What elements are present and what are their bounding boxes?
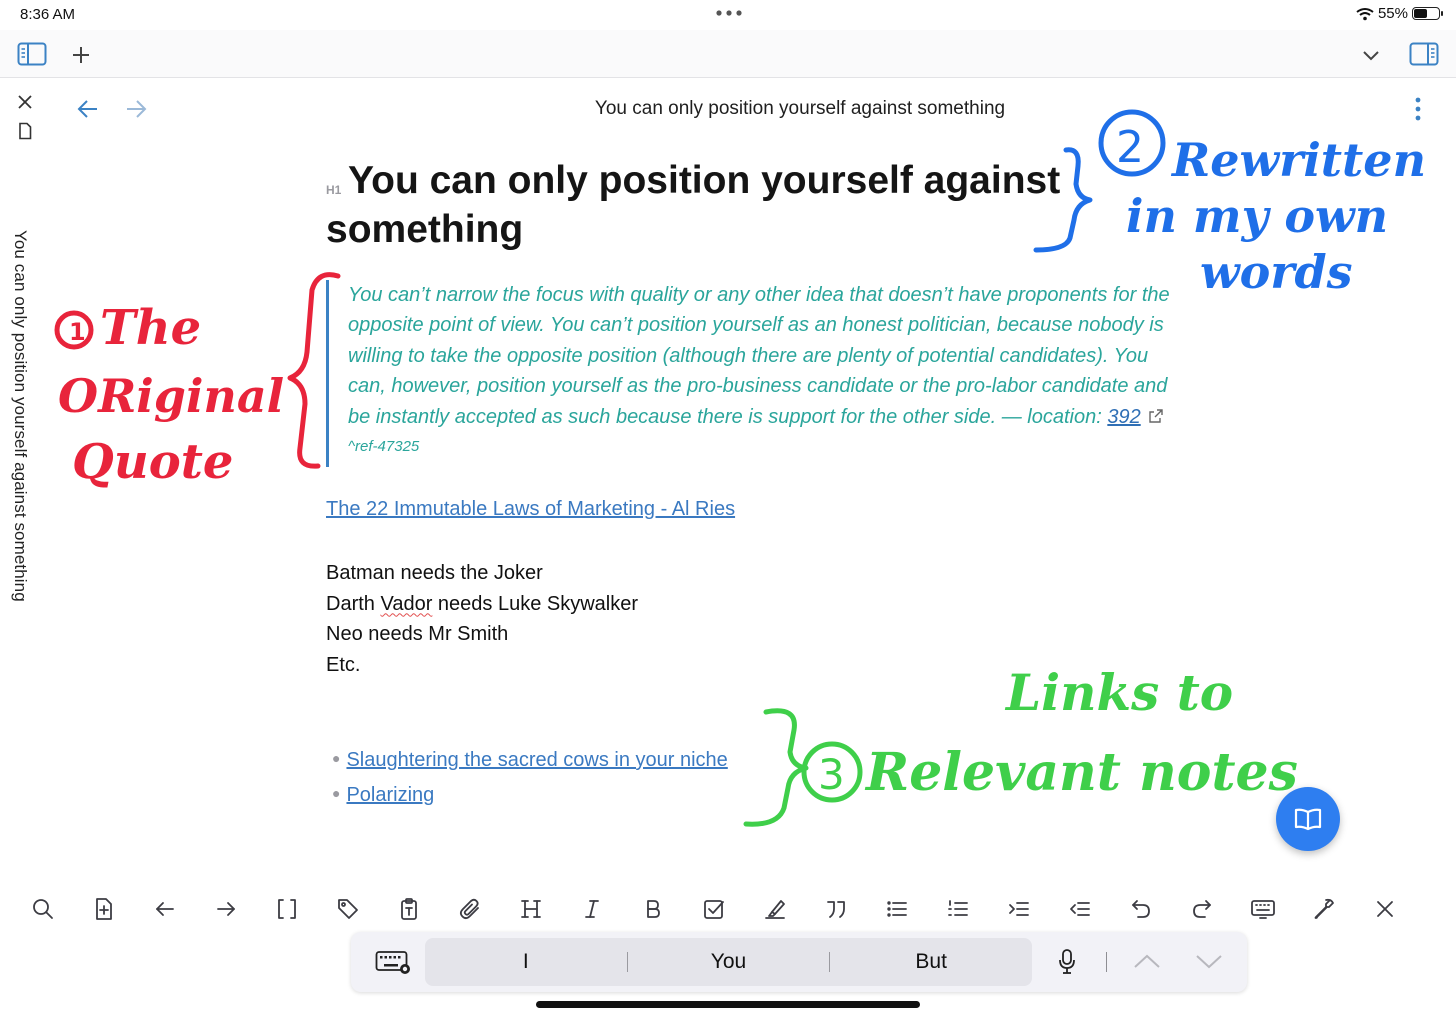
annotation-number: 3 — [818, 750, 845, 799]
toggle-left-sidebar-icon[interactable] — [16, 40, 48, 68]
wifi-icon — [1356, 7, 1374, 20]
location-link[interactable]: 392 — [1107, 406, 1140, 428]
redo-icon[interactable] — [1188, 895, 1216, 923]
undo-navigation-back-icon[interactable] — [151, 895, 179, 923]
annotation-text: ORiginal — [58, 369, 284, 423]
bold-icon[interactable] — [639, 895, 667, 923]
book-open-icon — [1294, 808, 1322, 831]
battery-percent: 55% — [1377, 5, 1408, 22]
predictive-text-bar: I You But — [425, 938, 1032, 986]
external-link-icon — [1149, 408, 1163, 423]
checkbox-icon[interactable] — [700, 895, 728, 923]
undo-icon[interactable] — [1127, 895, 1155, 923]
outdent-icon[interactable] — [1066, 895, 1094, 923]
wikilink-brackets-icon[interactable] — [273, 895, 301, 923]
body-line: Neo needs Mr Smith — [326, 623, 509, 645]
bullet-icon: ● — [332, 785, 341, 801]
numbered-list-icon[interactable] — [944, 895, 972, 923]
suggestion-2[interactable]: You — [628, 950, 830, 974]
home-indicator — [536, 1001, 920, 1008]
keyboard-toggle-icon[interactable] — [375, 950, 411, 974]
more-options-icon[interactable] — [1413, 96, 1423, 122]
annotation-text: Quote — [72, 434, 233, 490]
related-note-link[interactable]: Slaughtering the sacred cows in your nic… — [346, 749, 727, 771]
paste-clipboard-icon[interactable] — [395, 895, 423, 923]
block-reference-id: ^ref-47325 — [348, 438, 420, 456]
related-links-list: ● Slaughtering the sacred cows in your ni… — [332, 742, 728, 812]
related-note-link[interactable]: Polarizing — [346, 784, 434, 806]
toggle-right-sidebar-icon[interactable] — [1408, 40, 1440, 68]
annotation-number: 1 — [69, 318, 86, 346]
wrench-settings-icon[interactable] — [1310, 895, 1338, 923]
heading-icon[interactable] — [517, 895, 545, 923]
annotation-text: Links to — [1004, 663, 1233, 722]
green-annotation — [743, 708, 863, 827]
annotation-text: in my own — [1126, 189, 1388, 243]
back-arrow-icon[interactable] — [76, 98, 100, 120]
keyboard-shortcut-bar: I You But — [351, 932, 1247, 992]
list-item: ● Slaughtering the sacred cows in your ni… — [332, 742, 728, 777]
new-tab-icon[interactable] — [68, 42, 94, 68]
source-book-link[interactable]: The 22 Immutable Laws of Marketing - Al … — [326, 498, 735, 521]
note-title-bar[interactable]: You can only position yourself against s… — [550, 98, 1050, 120]
close-tab-icon[interactable] — [16, 93, 34, 111]
italic-icon[interactable] — [578, 895, 606, 923]
note-nav-bar: You can only position yourself against s… — [50, 78, 1456, 140]
red-annotation — [54, 272, 341, 469]
microphone-icon[interactable] — [1057, 948, 1077, 976]
annotation-text: words — [1200, 245, 1353, 299]
new-note-icon[interactable] — [90, 895, 118, 923]
multitasking-dots-icon[interactable] — [714, 6, 744, 20]
vertical-tab[interactable]: You can only position yourself against s… — [0, 78, 50, 1018]
annotation-text: Relevant notes — [864, 742, 1298, 803]
keyboard-icon[interactable] — [1249, 895, 1277, 923]
bullet-list-icon[interactable] — [883, 895, 911, 923]
tag-icon[interactable] — [334, 895, 362, 923]
quote-text: You can’t narrow the focus with quality … — [348, 284, 1170, 428]
annotation-text: The — [100, 300, 201, 356]
tab-list-chevron-down-icon[interactable] — [1360, 44, 1382, 66]
editing-toolbar — [0, 888, 1456, 930]
blockquote-icon[interactable] — [822, 895, 850, 923]
status-bar: 8:36 AM 55% — [0, 0, 1456, 30]
annotation-text: Rewritten — [1170, 133, 1426, 187]
close-toolbar-icon[interactable] — [1371, 895, 1399, 923]
attachment-paperclip-icon[interactable] — [456, 895, 484, 923]
chevron-down-icon[interactable] — [1195, 952, 1223, 970]
chevron-up-icon[interactable] — [1133, 952, 1161, 970]
note-heading[interactable]: You can only position yourself against s… — [326, 156, 1066, 254]
search-icon[interactable] — [29, 895, 57, 923]
highlighter-icon[interactable] — [761, 895, 789, 923]
reading-mode-button[interactable] — [1276, 787, 1340, 851]
status-time: 8:36 AM — [20, 6, 76, 23]
body-line: Batman needs the Joker — [326, 562, 543, 584]
indent-icon[interactable] — [1005, 895, 1033, 923]
spellcheck-word[interactable]: Vador — [380, 593, 432, 615]
divider — [1106, 952, 1107, 972]
vertical-tab-title: You can only position yourself against s… — [11, 230, 30, 602]
body-line: Darth Vador needs Luke Skywalker — [326, 592, 639, 615]
body-line: Etc. — [326, 653, 361, 676]
forward-arrow-icon[interactable] — [124, 98, 148, 120]
navigation-forward-icon[interactable] — [212, 895, 240, 923]
body-paragraphs[interactable]: Batman needs the Joker Darth Vador needs… — [326, 558, 638, 680]
list-item: ● Polarizing — [332, 777, 728, 812]
bullet-icon: ● — [332, 750, 341, 766]
suggestion-3[interactable]: But — [830, 950, 1032, 974]
blockquote[interactable]: You can’t narrow the focus with quality … — [326, 280, 1188, 468]
battery-icon — [1412, 7, 1443, 20]
suggestion-1[interactable]: I — [425, 950, 627, 974]
status-indicators: 55% — [1356, 5, 1443, 22]
top-toolbar — [0, 30, 1456, 78]
file-icon — [19, 122, 32, 140]
